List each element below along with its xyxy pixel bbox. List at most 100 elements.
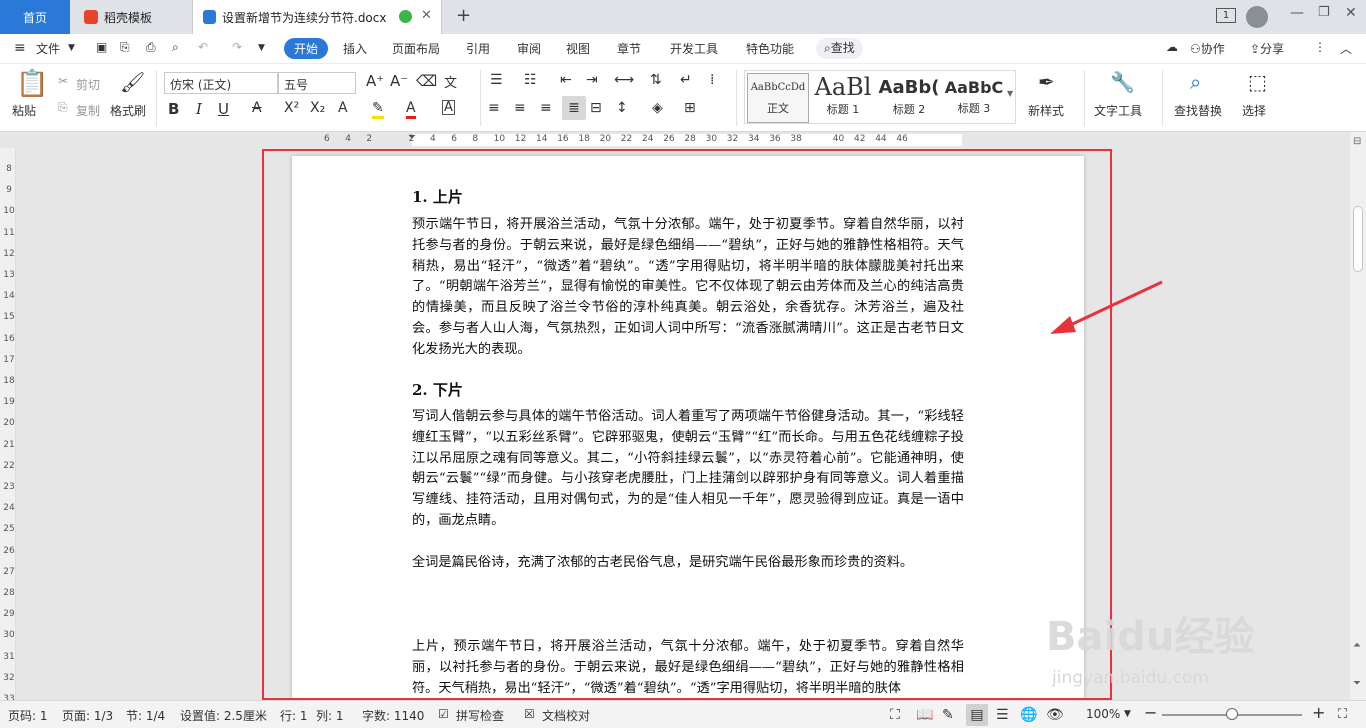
status-setting[interactable]: 设置值: 2.5厘米: [180, 707, 267, 724]
indent-marker-icon[interactable]: ⏷: [408, 132, 416, 143]
status-proofread[interactable]: 文档校对: [542, 707, 590, 724]
underline-icon[interactable]: U: [218, 100, 229, 118]
numbered-list-icon[interactable]: ☷: [524, 72, 537, 88]
status-spellcheck[interactable]: 拼写检查: [456, 707, 504, 724]
gallery-expand-icon[interactable]: ▼: [1007, 89, 1013, 98]
status-row[interactable]: 行: 1: [280, 707, 308, 724]
file-chevron-down-icon[interactable]: ▼: [68, 43, 75, 53]
phonetic-guide-icon[interactable]: 文: [444, 72, 457, 91]
style-normal[interactable]: AaBbCcDd 正文: [747, 73, 809, 123]
shading-icon[interactable]: ◈: [652, 100, 663, 116]
quick-access-chevron-icon[interactable]: ▼: [258, 43, 265, 53]
web-view-icon[interactable]: 🌐: [1020, 707, 1037, 723]
text-direction-icon[interactable]: ↵: [680, 72, 692, 88]
menu-page-layout[interactable]: 页面布局: [392, 40, 440, 57]
decrease-indent-icon[interactable]: ⇤: [560, 72, 572, 88]
grow-font-icon[interactable]: A⁺: [366, 72, 384, 90]
paste-icon[interactable]: 📋: [16, 70, 48, 98]
status-column[interactable]: 列: 1: [316, 707, 344, 724]
menu-references[interactable]: 引用: [466, 40, 490, 57]
strikethrough-icon[interactable]: A: [252, 100, 262, 116]
spellcheck-icon[interactable]: ☑: [438, 707, 449, 721]
status-wordcount[interactable]: 字数: 1140: [362, 707, 424, 724]
text-effect-icon[interactable]: A: [338, 100, 348, 116]
font-color-icon[interactable]: A: [406, 100, 416, 119]
justify-icon[interactable]: ≣: [562, 96, 586, 120]
char-border-icon[interactable]: A: [442, 100, 455, 115]
cut-button[interactable]: 剪切: [76, 76, 100, 93]
user-avatar[interactable]: [1246, 6, 1268, 28]
zoom-out-icon[interactable]: −: [1144, 703, 1157, 722]
superscript-icon[interactable]: X²: [284, 100, 299, 116]
zoom-chevron-icon[interactable]: ▼: [1124, 709, 1131, 719]
status-section[interactable]: 节: 1/4: [126, 707, 165, 724]
zoom-slider-thumb[interactable]: [1226, 708, 1238, 720]
menu-insert[interactable]: 插入: [343, 40, 367, 57]
italic-icon[interactable]: I: [196, 100, 202, 118]
style-heading1[interactable]: AaBl 标题 1: [811, 73, 875, 123]
borders-icon[interactable]: ⊞: [684, 100, 696, 116]
select-button[interactable]: 选择: [1242, 102, 1266, 119]
new-tab-button[interactable]: +: [456, 5, 471, 26]
text-tools-icon[interactable]: 🔧: [1110, 70, 1135, 94]
format-painter-icon[interactable]: 🖌: [120, 70, 145, 94]
save-icon[interactable]: ▣: [96, 40, 107, 54]
zoom-level[interactable]: 100%: [1086, 707, 1120, 721]
line-spacing-icon[interactable]: ↕: [616, 100, 628, 116]
bold-icon[interactable]: B: [168, 100, 179, 118]
style-heading3[interactable]: AaBbC 标题 3: [943, 73, 1005, 123]
close-tab-icon[interactable]: ✕: [421, 8, 432, 23]
shrink-font-icon[interactable]: A⁻: [390, 72, 408, 90]
increase-indent-icon[interactable]: ⇥: [586, 72, 598, 88]
undo-icon[interactable]: ↶: [198, 40, 208, 54]
fit-page-icon[interactable]: ⛶: [1338, 707, 1347, 722]
align-right-icon[interactable]: ≡: [540, 100, 552, 116]
text-tools-button[interactable]: 文字工具: [1094, 102, 1142, 119]
page-count-badge[interactable]: 1: [1216, 8, 1236, 23]
prev-page-icon[interactable]: ⏶: [1353, 640, 1361, 651]
eye-protection-icon[interactable]: 👁: [1046, 707, 1064, 723]
restore-icon[interactable]: ❐: [1318, 5, 1330, 20]
copy-button[interactable]: 复制: [76, 102, 100, 119]
next-page-icon[interactable]: ⏷: [1353, 678, 1361, 689]
menu-section[interactable]: 章节: [617, 40, 641, 57]
print-preview-icon[interactable]: ⌕: [172, 40, 179, 55]
paste-button[interactable]: 粘贴: [12, 102, 36, 119]
style-heading2[interactable]: AaBb( 标题 2: [877, 73, 941, 123]
menu-collab[interactable]: ⚇协作: [1190, 40, 1225, 57]
find-replace-button[interactable]: 查找替换: [1174, 102, 1222, 119]
select-icon[interactable]: ⬚: [1248, 70, 1267, 94]
proofread-icon[interactable]: ☒: [524, 707, 535, 721]
clear-format-icon[interactable]: ⌫: [416, 72, 437, 90]
vertical-ruler[interactable]: 8 9 10 11 12 13 14 15 16 17 18 19 20 21 22 23 24 25 26 27 28…: [0, 148, 16, 704]
read-mode-icon[interactable]: 📖: [916, 707, 933, 723]
menu-file[interactable]: 文件: [36, 40, 60, 57]
cut-icon[interactable]: ✂: [58, 74, 68, 88]
redo-icon[interactable]: ↷: [232, 40, 242, 54]
more-menu-icon[interactable]: ⋮: [1314, 40, 1326, 54]
export-icon[interactable]: ⎘: [120, 40, 130, 55]
outline-view-icon[interactable]: ☰: [996, 707, 1009, 723]
menu-review[interactable]: 审阅: [517, 40, 541, 57]
fullscreen-icon[interactable]: ⛶: [890, 707, 900, 723]
highlight-icon[interactable]: ✎: [372, 100, 384, 119]
scrollbar-thumb[interactable]: [1353, 206, 1363, 272]
hamburger-icon[interactable]: ≡: [14, 40, 26, 56]
page-view-icon[interactable]: ▤: [966, 704, 988, 726]
tab-document[interactable]: 设置新增节为连续分节符.docx ✕: [192, 0, 442, 34]
write-mode-icon[interactable]: ✎: [942, 707, 954, 723]
format-painter-button[interactable]: 格式刷: [110, 102, 146, 119]
align-left-icon[interactable]: ≡: [488, 100, 500, 116]
scroll-options-icon[interactable]: ⊟: [1353, 136, 1361, 147]
menu-special-features[interactable]: 特色功能: [746, 40, 794, 57]
show-marks-icon[interactable]: ⁞: [710, 72, 714, 88]
zoom-in-icon[interactable]: +: [1312, 703, 1325, 722]
tab-home[interactable]: 首页: [0, 0, 70, 34]
sort-icon[interactable]: ⇅: [650, 72, 662, 88]
minimize-icon[interactable]: —: [1290, 5, 1304, 21]
horizontal-ruler[interactable]: 6 4 2 2 4 6 8 10 12 14 16 18 20 22 24 26 28 30 32 34 36 38 40 4…: [262, 132, 1110, 148]
cloud-sync-icon[interactable]: ☁: [1166, 40, 1178, 54]
font-name-select[interactable]: 仿宋 (正文): [164, 72, 278, 94]
status-pages[interactable]: 页面: 1/3: [62, 707, 113, 724]
menu-view[interactable]: 视图: [566, 40, 590, 57]
